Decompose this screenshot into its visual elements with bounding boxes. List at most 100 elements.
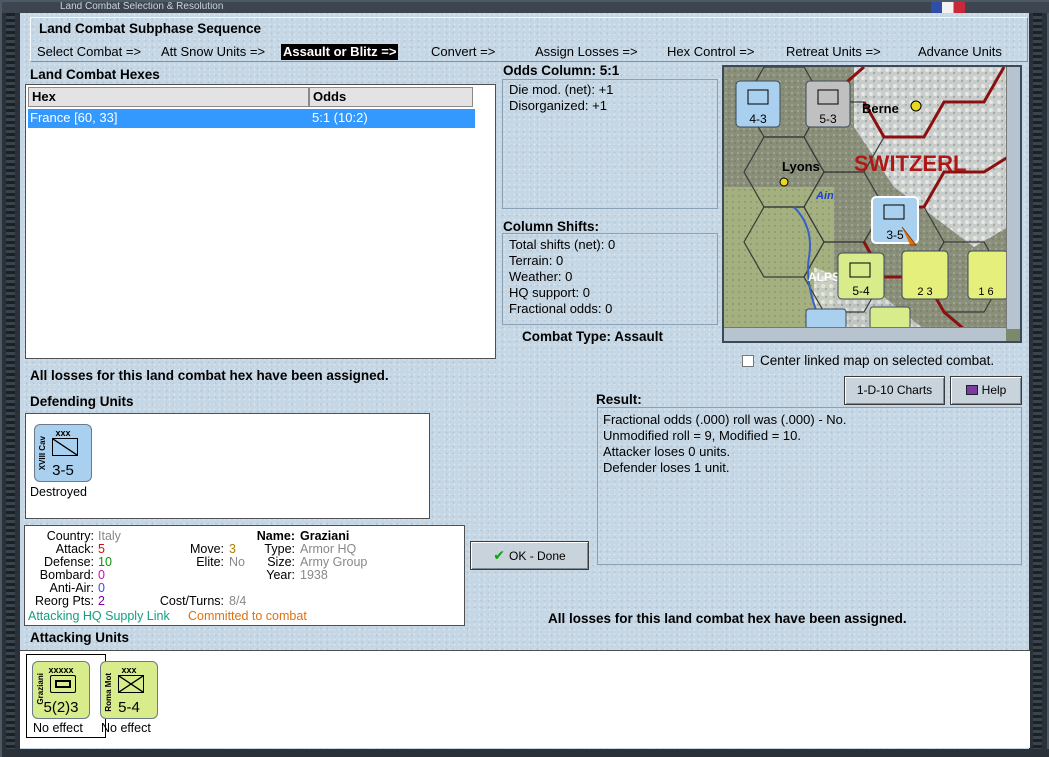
map-label-berne: Berne [862,101,899,116]
result-label: Result: [596,392,642,407]
hexes-label: Land Combat Hexes [30,67,160,82]
combat-type-label: Combat Type: [522,329,612,344]
fractional-odds-line: Fractional odds: 0 [509,301,613,316]
map-canvas[interactable]: Berne Lyons SWITZERL Ain ALPS 4-3 5-3 3-… [724,67,1009,331]
step-advance-units[interactable]: Advance Units [918,44,1002,60]
help-book-icon [965,385,978,395]
odds-details: Die mod. (net): +1 Disorganized: +1 [502,79,718,209]
hq-support-line: HQ support: 0 [509,285,590,300]
column-header-hex[interactable]: Hex [28,87,309,107]
step-assault-or-blitz[interactable]: Assault or Blitz => [281,44,399,60]
linked-map[interactable]: Berne Lyons SWITZERL Ain ALPS 4-3 5-3 3-… [722,65,1022,343]
step-att-snow-units[interactable]: Att Snow Units => [161,44,265,60]
elite-label: Elite: [196,555,224,569]
help-button-label: Help [981,383,1007,397]
result-line: Unmodified roll = 9, Modified = 10. [603,428,801,443]
map-counter-strength: 2 3 [917,286,932,298]
right-border [1029,13,1047,757]
reorg-label: Reorg Pts: [34,594,94,608]
losses-message-top: All losses for this land combat hex have… [30,368,389,383]
weather-line: Weather: 0 [509,269,573,284]
combat-window: Land Combat Selection & Resolution Land … [0,0,1049,757]
combat-type: Combat Type: Assault [522,329,663,344]
attacking-units-label: Attacking Units [30,630,130,645]
column-shifts-details: Total shifts (net): 0 Terrain: 0 Weather… [502,233,718,325]
step-assign-losses[interactable]: Assign Losses => [535,44,638,60]
ok-done-button[interactable]: ✔ OK - Done [470,541,589,570]
attacking-unit-status: No effect [33,721,83,735]
subphase-steps: Select Combat => Att Snow Units => Assau… [37,44,1027,62]
map-counter-strength: 5-3 [819,112,837,126]
subphase-sequence: Land Combat Subphase Sequence Select Com… [30,17,1028,62]
nation-flag-icon [931,2,965,13]
committed-status: Committed to combat [188,609,307,623]
attacking-unit-counter-roma[interactable]: xxx Roma Mot 5-4 [100,661,158,719]
defending-unit-status: Destroyed [30,485,87,499]
combat-hexes-table: Hex Odds France [60, 33] 5:1 (10:2) [25,84,496,359]
center-map-checkbox[interactable]: Center linked map on selected combat. [742,353,994,368]
year-label: Year: [266,568,295,582]
map-counter-strength: 1 6 [978,286,993,298]
armor-symbol-icon [50,675,76,693]
map-vertical-scrollbar[interactable] [1006,67,1020,329]
unit-strength: 3-5 [52,462,74,479]
supply-link-status: Attacking HQ Supply Link [28,609,170,623]
map-counter-strength: 3-5 [886,228,904,242]
step-convert[interactable]: Convert => [431,44,495,60]
combat-type-value: Assault [614,329,664,344]
cavalry-symbol-icon [52,438,78,456]
bottom-border [2,749,1049,757]
terrain-line: Terrain: 0 [509,253,564,268]
unit-strength: 5(2)3 [43,699,79,716]
elite-value: No [229,555,245,569]
die-mod-line: Die mod. (net): +1 [509,82,614,97]
map-label-switzerland: SWITZERL [854,151,966,176]
d10-charts-button[interactable]: 1-D-10 Charts [844,376,945,405]
step-select-combat[interactable]: Select Combat => [37,44,141,60]
attacking-unit-status: No effect [101,721,151,735]
map-counter-strength: 5-4 [852,284,870,298]
reorg-value: 2 [98,594,105,608]
map-horizontal-scrollbar[interactable] [724,327,1006,341]
help-button[interactable]: Help [950,376,1022,405]
table-row[interactable]: France [60, 33] 5:1 (10:2) [28,109,475,128]
hex-cell: France [60, 33] [30,110,118,125]
map-counter-selected[interactable]: 3-5 [871,196,919,244]
result-line: Attacker loses 0 units. [603,444,731,459]
infantry-symbol-icon [118,675,144,693]
subphase-title: Land Combat Subphase Sequence [39,21,262,36]
defending-units-panel: xxx XVIII Cav 3-5 Destroyed [25,413,430,519]
attacking-units-panel: xxxxx Graziani 5(2)3 No effect xxx Roma … [20,650,1030,748]
map-label-alps: ALPS [808,270,840,284]
year-value: 1938 [300,568,328,582]
defending-unit-counter[interactable]: xxx XVIII Cav 3-5 [34,424,92,482]
map-counter[interactable]: 5-3 [805,80,851,128]
map-counter[interactable]: 4-3 [735,80,781,128]
step-hex-control[interactable]: Hex Control => [667,44,754,60]
map-counter[interactable]: 1 6 [967,250,1009,300]
window-title: Land Combat Selection & Resolution [60,2,224,12]
disorganized-line: Disorganized: +1 [509,98,607,113]
map-label-ain: Ain [815,190,834,202]
map-counter[interactable]: 5-4 [837,252,885,300]
odds-cell: 5:1 (10:2) [312,110,368,125]
column-header-odds[interactable]: Odds [309,87,473,107]
result-line: Fractional odds (.000) roll was (.000) -… [603,412,847,427]
left-border [2,13,20,757]
step-retreat-units[interactable]: Retreat Units => [786,44,881,60]
map-label-lyons: Lyons [782,159,820,174]
attacking-unit-counter-hq[interactable]: xxxxx Graziani 5(2)3 [32,661,90,719]
checkbox-icon[interactable] [742,355,754,367]
ok-done-label: OK - Done [509,549,566,563]
check-icon: ✔ [493,547,506,563]
column-shifts-title: Column Shifts: [503,219,599,234]
center-map-label: Center linked map on selected combat. [760,353,995,368]
cost-value: 8/4 [229,594,247,608]
defending-units-label: Defending Units [30,394,134,409]
cost-label: Cost/Turns: [159,594,224,608]
odds-column-title: Odds Column: 5:1 [503,63,620,78]
map-counter-strength: 4-3 [749,112,767,126]
map-counter[interactable]: 2 3 [901,250,949,300]
total-shifts-line: Total shifts (net): 0 [509,237,616,252]
unit-info-panel: Country: Italy Attack: 5 Defense: 10 Bom… [24,525,465,626]
